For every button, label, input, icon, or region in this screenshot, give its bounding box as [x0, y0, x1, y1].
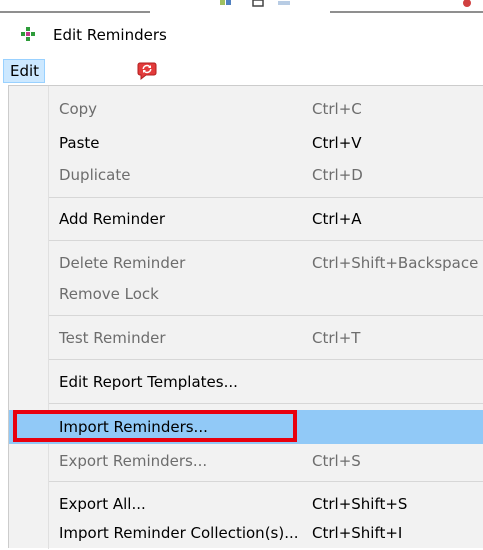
- menu-item-shortcut: Ctrl+V: [312, 134, 362, 152]
- edit-menu-dropdown: Copy Ctrl+C Paste Ctrl+V Duplicate Ctrl+…: [8, 85, 483, 550]
- menu-item-label: Paste: [59, 134, 100, 152]
- menu-item-export-reminders[interactable]: Export Reminders... Ctrl+S: [9, 444, 483, 478]
- menu-item-remove-lock[interactable]: Remove Lock: [9, 277, 483, 311]
- menu-item-shortcut: Ctrl+T: [312, 329, 361, 347]
- toolbar-icon-remnant: [278, 1, 290, 5]
- menu-separator: [49, 481, 483, 482]
- menu-item-label: Copy: [59, 100, 98, 118]
- toolbar-icon-remnant: [463, 0, 471, 7]
- menu-item-import-reminders[interactable]: Import Reminders...: [9, 410, 483, 444]
- menu-item-copy[interactable]: Copy Ctrl+C: [9, 92, 483, 126]
- menu-item-label: Import Reminder Collection(s)...: [59, 524, 299, 542]
- menu-item-shortcut: Ctrl+S: [312, 452, 361, 470]
- menu-separator: [49, 240, 483, 241]
- reminder-bubble-icon[interactable]: [136, 59, 158, 81]
- menu-separator: [49, 403, 483, 404]
- menu-item-delete-reminder[interactable]: Delete Reminder Ctrl+Shift+Backspace: [9, 246, 483, 280]
- menu-item-label: Remove Lock: [59, 285, 159, 303]
- menu-item-add-reminder[interactable]: Add Reminder Ctrl+A: [9, 202, 483, 236]
- menu-item-import-reminder-collection[interactable]: Import Reminder Collection(s)... Ctrl+Sh…: [9, 516, 483, 550]
- menu-item-shortcut: Ctrl+D: [312, 166, 363, 184]
- menu-separator: [49, 359, 483, 360]
- menu-item-shortcut: Ctrl+C: [312, 100, 362, 118]
- menu-item-label: Edit Report Templates...: [59, 373, 238, 391]
- menu-separator: [49, 197, 483, 198]
- menu-item-duplicate[interactable]: Duplicate Ctrl+D: [9, 158, 483, 192]
- menu-item-shortcut: Ctrl+Shift+I: [312, 524, 403, 542]
- menu-edit[interactable]: Edit: [3, 59, 45, 83]
- menu-item-label: Add Reminder: [59, 210, 165, 228]
- menu-item-label: Test Reminder: [59, 329, 166, 347]
- menu-item-edit-report-templates[interactable]: Edit Report Templates...: [9, 365, 483, 399]
- menu-item-paste[interactable]: Paste Ctrl+V: [9, 126, 483, 160]
- toolbar-icon-remnant: [220, 0, 231, 5]
- menu-item-label: Delete Reminder: [59, 254, 186, 272]
- toolbar-icon-remnant: [252, 0, 264, 7]
- menu-item-test-reminder[interactable]: Test Reminder Ctrl+T: [9, 321, 483, 355]
- menu-item-label: Export Reminders...: [59, 452, 208, 470]
- menu-bar: Edit: [0, 57, 483, 85]
- toolbar-border: [0, 11, 150, 13]
- window-title: Edit Reminders: [53, 26, 167, 44]
- menu-item-shortcut: Ctrl+Shift+S: [312, 495, 408, 513]
- menu-item-label: Import Reminders...: [59, 418, 208, 436]
- menu-item-label: Export All...: [59, 495, 146, 513]
- menu-item-shortcut: Ctrl+A: [312, 210, 362, 228]
- menu-item-shortcut: Ctrl+Shift+Backspace: [312, 254, 479, 272]
- app-icon: [21, 27, 35, 41]
- toolbar-border: [330, 11, 483, 13]
- menu-item-label: Duplicate: [59, 166, 131, 184]
- top-toolbar-remnant: [0, 0, 483, 13]
- menu-separator: [49, 315, 483, 316]
- window-title-bar: Edit Reminders: [0, 14, 483, 54]
